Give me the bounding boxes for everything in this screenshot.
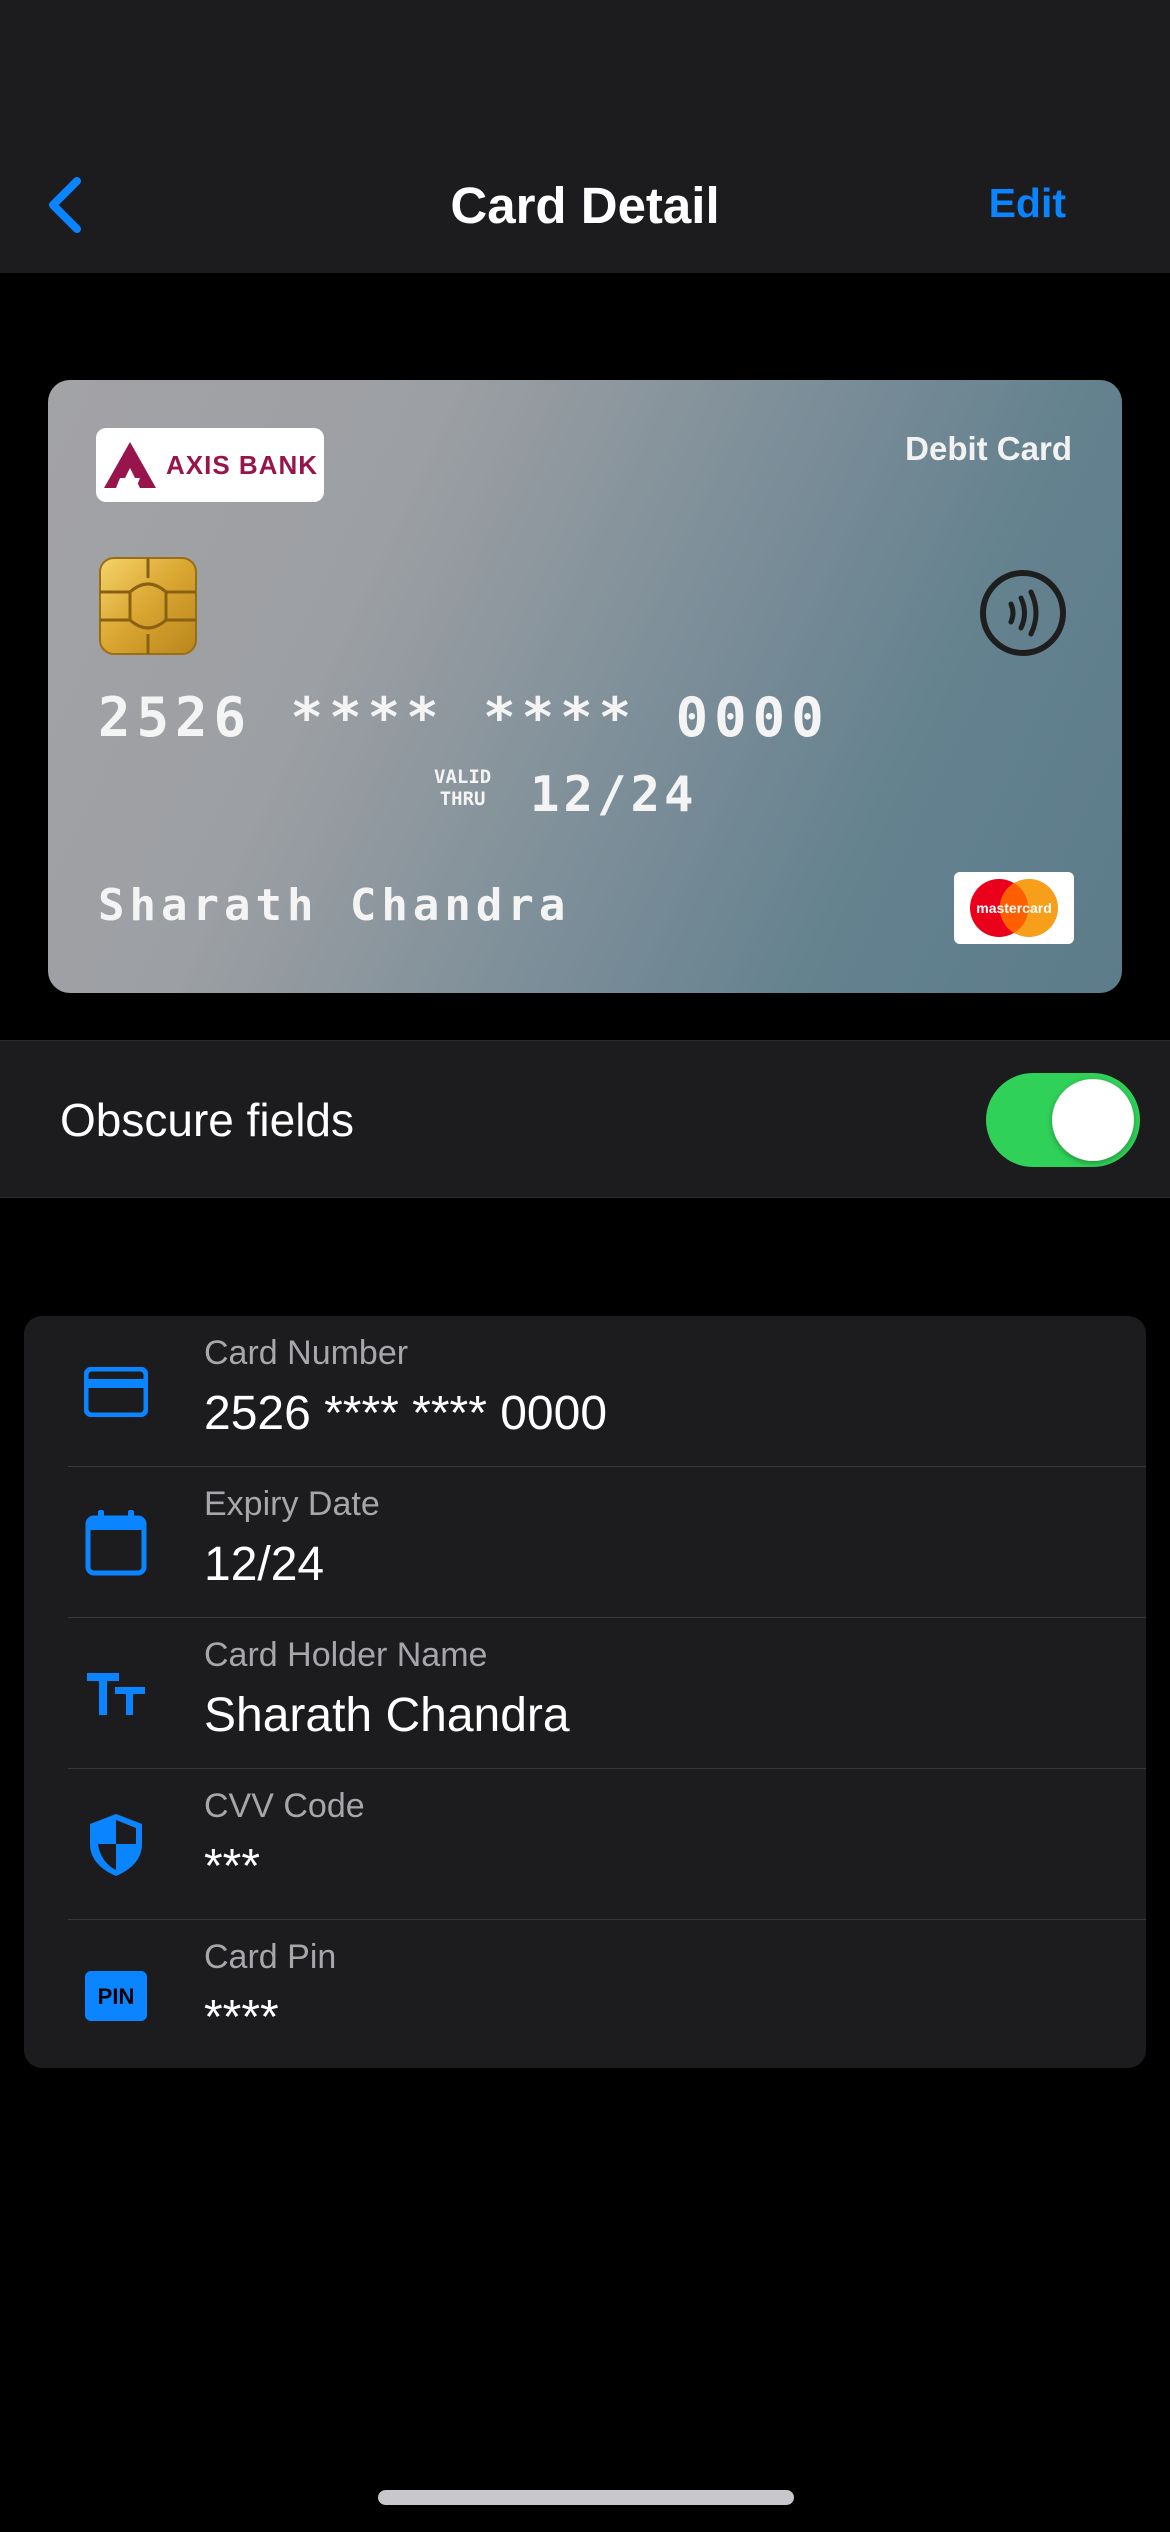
field-label: Expiry Date [204,1485,380,1523]
field-label: Card Holder Name [204,1636,488,1674]
list-item-card-pin[interactable]: PIN Card Pin **** [24,1920,1146,2068]
pin-icon: PIN [84,1964,148,2028]
chip-icon [99,557,197,655]
shield-icon [84,1813,148,1877]
list-item-expiry-date[interactable]: Expiry Date 12/24 [24,1467,1146,1618]
field-label: CVV Code [204,1787,365,1825]
field-label: Card Pin [204,1938,337,1976]
card-holder-embossed: Sharath Chandra [98,880,571,931]
obscure-fields-label: Obscure fields [60,1094,355,1146]
text-size-icon [84,1662,148,1726]
bank-name: AXIS BANK [165,449,318,480]
field-value: Sharath Chandra [204,1689,570,1742]
card-type: Debit Card [905,430,1072,467]
list-item-cvv-code[interactable]: CVV Code *** [24,1769,1146,1920]
calendar-icon [84,1510,148,1576]
field-label: Card Number [204,1334,409,1372]
field-value: *** [204,1840,261,1893]
home-indicator [378,2490,794,2505]
card-number-embossed: 2526 **** **** 0000 [98,686,830,749]
mastercard-logo: mastercard [954,872,1074,944]
obscure-fields-toggle[interactable] [986,1073,1140,1167]
list-item-card-number[interactable]: Card Number 2526 **** **** 0000 [24,1316,1146,1467]
contactless-icon [980,570,1066,656]
card-preview: AXIS BANK Debit Card 2526 **** **** 0000… [48,380,1122,993]
toggle-knob [1052,1079,1134,1161]
navigation-bar: Card Detail Edit [0,0,1170,273]
axis-bank-logo-icon [103,442,156,488]
card-fields-list: Card Number 2526 **** **** 0000 Expiry D… [24,1316,1146,2068]
card-expiry-embossed: 12/24 [530,766,698,823]
credit-card-icon [84,1360,148,1424]
list-item-card-holder-name[interactable]: Card Holder Name Sharath Chandra [24,1618,1146,1769]
svg-text:PIN: PIN [98,1984,135,2009]
edit-button[interactable]: Edit [989,180,1066,227]
field-value: 2526 **** **** 0000 [204,1387,608,1440]
valid-thru-label: VALID THRU [434,766,492,810]
bank-logo: AXIS BANK [96,428,324,502]
field-value: **** [204,1991,279,2044]
field-value: 12/24 [204,1538,325,1591]
obscure-fields-row: Obscure fields [0,1040,1170,1198]
svg-text:mastercard: mastercard [976,900,1052,916]
